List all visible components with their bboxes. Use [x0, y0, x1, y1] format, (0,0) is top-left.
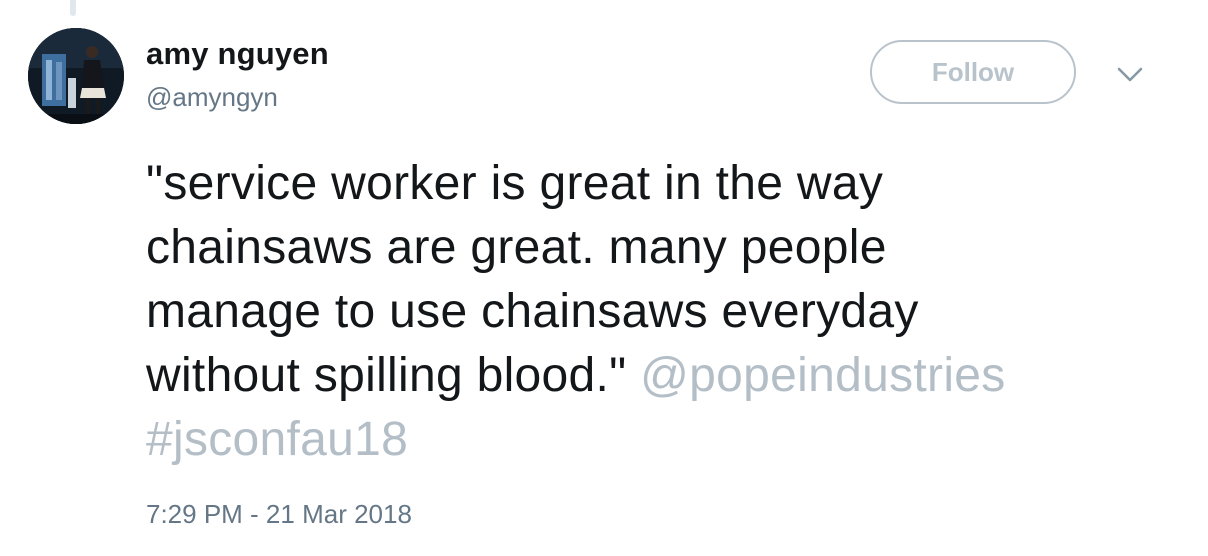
tweet-text-line: manage to use chainsaws everyday: [146, 285, 919, 338]
tweet-text-line: chainsaws are great. many people: [146, 221, 887, 274]
tweet-timestamp[interactable]: 7:29 PM - 21 Mar 2018: [146, 499, 412, 530]
follow-button[interactable]: Follow: [870, 40, 1076, 104]
tweet-text: "service worker is great in the way chai…: [146, 152, 1186, 472]
tweet-text-segment: without spilling blood.": [146, 349, 641, 402]
more-options-button[interactable]: [1112, 60, 1148, 90]
hashtag-link[interactable]: #jsconfau18: [146, 413, 408, 466]
tweet-text-line: "service worker is great in the way: [146, 157, 884, 210]
mention-link[interactable]: @popeindustries: [640, 349, 1005, 402]
tweet-text-line: without spilling blood." @popeindustries: [146, 344, 1186, 408]
avatar[interactable]: [28, 28, 124, 124]
author-display-name[interactable]: amy nguyen: [146, 36, 329, 72]
avatar-image: [28, 28, 124, 124]
chevron-down-icon: [1117, 67, 1143, 82]
author-handle[interactable]: @amyngyn: [146, 82, 278, 113]
thread-connector-line: [70, 0, 76, 16]
tweet-text-line: #jsconfau18: [146, 408, 1186, 472]
